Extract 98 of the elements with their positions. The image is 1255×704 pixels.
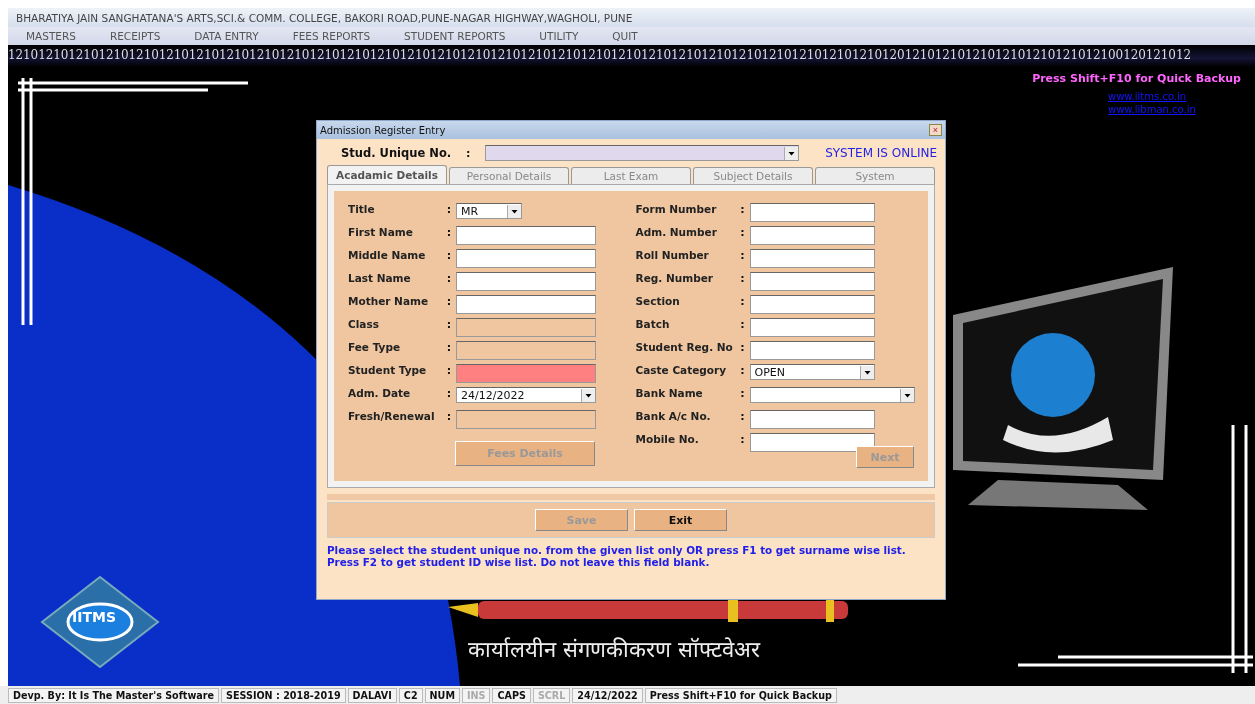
dropdown-field[interactable]: OPEN (749, 364, 875, 380)
status-cell: Devp. By: It Is The Master's Software (8, 687, 220, 703)
field-label: Caste Category (635, 364, 728, 376)
status-cell: NUM (424, 687, 460, 703)
colon-label: : (445, 226, 453, 239)
field-label: Batch (635, 318, 671, 330)
field-label: Mobile No. (635, 433, 700, 445)
input-field[interactable] (749, 341, 875, 360)
field-label: Student Type (348, 364, 428, 376)
dropdown-field[interactable] (749, 387, 915, 403)
input-field[interactable] (456, 364, 596, 383)
field-label: Fee Type (348, 341, 402, 353)
tab[interactable]: Personal Details (449, 167, 569, 184)
status-cell: SESSION : 2018-2019 (221, 687, 346, 703)
dropdown-field[interactable]: 24/12/2022 (456, 387, 596, 403)
colon-label: : (739, 318, 746, 331)
input-field[interactable] (749, 410, 875, 429)
colon-label: : (739, 249, 746, 262)
input-field[interactable] (456, 249, 596, 268)
input-field[interactable] (749, 295, 875, 314)
help-text: Please select the student unique no. from the given list only OR press F1 to get surname wise list. Press F2 to get student ID wise list. Do not leave this field blank. (327, 544, 907, 568)
field-label: Adm. Number (635, 226, 718, 238)
colon-label: : (739, 387, 746, 400)
online-status: SYSTEM IS ONLINE (825, 146, 937, 160)
binary-text: 1210121012101210121012101210121012101210121012101210121012101210121012101210121012101210121012101210121012101210121012012101210121012101210121012100120121012 (8, 47, 1191, 64)
input-field[interactable] (456, 226, 596, 245)
dialog-title: Admission Register Entry (320, 124, 446, 136)
status-cell: SCRL (532, 687, 571, 703)
menu-item[interactable]: DATA ENTRY (194, 30, 259, 42)
dropdown-field[interactable] (485, 145, 800, 161)
field-label: Reg. Number (635, 272, 714, 284)
logo-text: IITMS (72, 609, 116, 625)
colon-label: : (739, 364, 746, 377)
input-field[interactable] (456, 295, 596, 314)
tab[interactable]: Last Exam (571, 167, 691, 184)
field-label: Middle Name (348, 249, 427, 261)
input-field[interactable] (749, 272, 875, 291)
field-label: Roll Number (635, 249, 710, 261)
colon-label: : (739, 341, 746, 354)
input-field[interactable] (456, 341, 596, 360)
input-field[interactable] (749, 318, 875, 337)
tagline: कार्यालयीन संगणकीकरण सॉफ्टवेअर (468, 637, 760, 663)
colon-label: : (739, 410, 746, 423)
colon-label: : (739, 272, 746, 285)
status-cell: DALAVI (347, 687, 397, 703)
tab[interactable]: System (815, 167, 935, 184)
colon-label: : (445, 341, 453, 354)
menu-item[interactable]: MASTERS (26, 30, 76, 42)
input-field[interactable] (749, 249, 875, 268)
field-label: Section (635, 295, 681, 307)
status-cell: INS (461, 687, 491, 703)
field-label: Last Name (348, 272, 412, 284)
colon-label: : (445, 364, 453, 377)
field-label: Form Number (635, 203, 718, 215)
input-field[interactable] (749, 433, 875, 452)
tab[interactable]: Acadamic Details (327, 165, 447, 184)
status-cell: 24/12/2022 (572, 687, 643, 703)
dropdown-field[interactable]: MR (456, 203, 522, 219)
window-title: BHARATIYA JAIN SANGHATANA'S ARTS,SCI.& COMM. COLLEGE, BAKORI ROAD,PUNE-NAGAR HIGHWAY,WAGHOLI, PUNE (8, 8, 1255, 27)
field-label: Bank A/c No. (635, 410, 712, 422)
field-label: First Name (348, 226, 414, 238)
field-label: Stud. Unique No. (341, 146, 452, 160)
menu-item[interactable]: QUIT (612, 30, 638, 42)
backup-hint: Press Shift+F10 for Quick Backup (1032, 72, 1241, 85)
field-label: Fresh/Renewal (348, 410, 436, 422)
colon-label: : (464, 146, 472, 160)
field-label: Student Reg. No (635, 341, 734, 353)
status-cell: Press Shift+F10 for Quick Backup (644, 687, 837, 703)
status-cell: CAPS (492, 687, 531, 703)
colon-label: : (445, 249, 453, 262)
menu-item[interactable]: RECEIPTS (109, 30, 161, 42)
dialog-button[interactable]: Exit (634, 509, 727, 531)
field-label: Adm. Date (348, 387, 412, 399)
input-field[interactable] (456, 318, 596, 337)
field-label: Bank Name (635, 387, 704, 399)
menu-item[interactable]: UTILITY (539, 30, 579, 42)
close-button[interactable]: × (929, 124, 942, 136)
colon-label: : (445, 295, 453, 308)
colon-label: : (445, 387, 453, 400)
colon-label: : (445, 410, 453, 423)
menu-item[interactable]: FEES REPORTS (292, 30, 371, 42)
colon-label: : (739, 203, 746, 216)
colon-label: : (445, 203, 453, 216)
status-cell: C2 (398, 687, 423, 703)
field-label: Title (348, 203, 376, 215)
input-field[interactable] (456, 410, 596, 429)
input-field[interactable] (456, 272, 596, 291)
field-label: Class (348, 318, 380, 330)
menu-item[interactable]: STUDENT REPORTS (404, 30, 506, 42)
colon-label: : (739, 295, 746, 308)
input-field[interactable] (749, 226, 875, 245)
field-label: Mother Name (348, 295, 430, 307)
colon-label: : (445, 318, 453, 331)
tab[interactable]: Subject Details (693, 167, 813, 184)
input-field[interactable] (749, 203, 875, 222)
colon-label: : (739, 433, 746, 446)
colon-label: : (445, 272, 453, 285)
colon-label: : (739, 226, 746, 239)
